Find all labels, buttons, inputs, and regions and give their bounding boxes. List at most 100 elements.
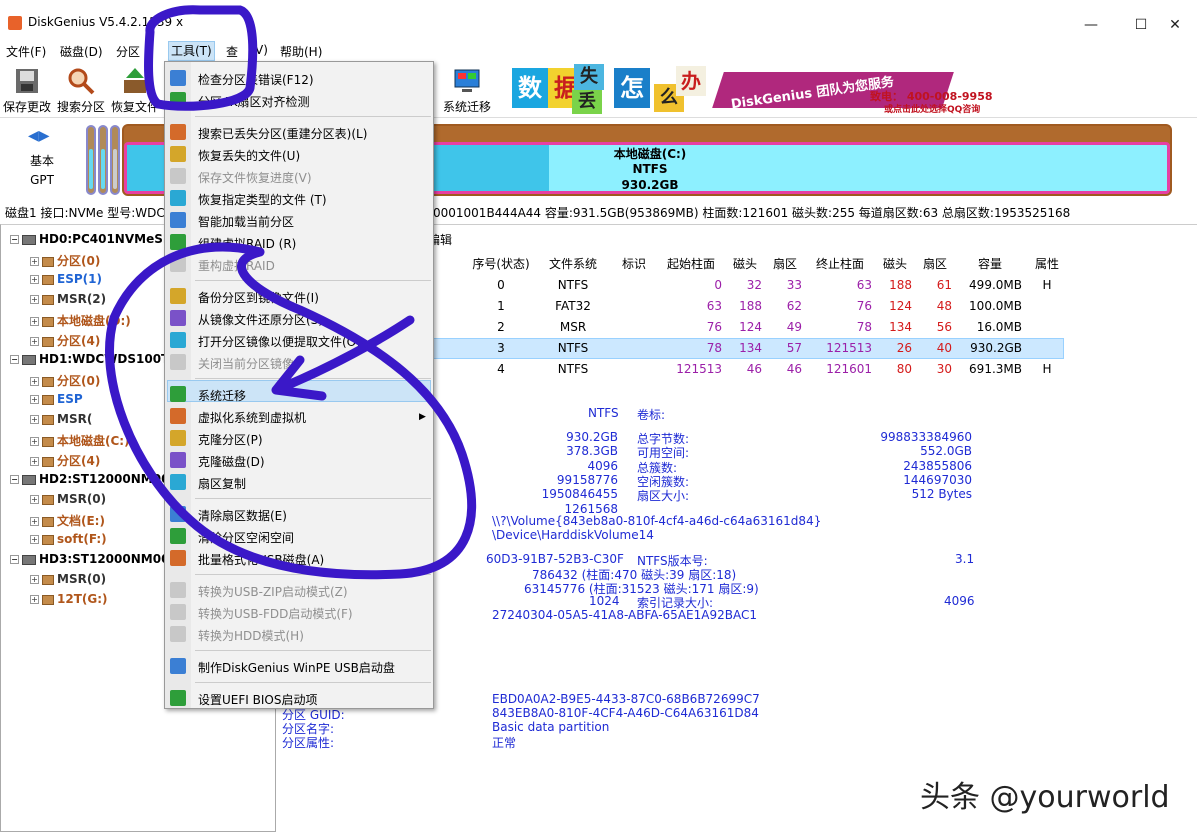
expand-icon[interactable]: + [30,495,39,504]
save-changes-button[interactable]: 保存更改 [0,66,54,115]
menu-disk[interactable]: 磁盘(D) [60,43,103,60]
tree-disk-node[interactable]: − HD0:PC401NVMeSK [10,232,172,246]
table-header[interactable]: 标识 [614,254,654,274]
tree-partition-node[interactable]: + 分区(4) [30,452,100,469]
tree-partition-node[interactable]: + 分区(0) [30,252,100,269]
menu-separator [195,116,431,117]
table-header[interactable]: 终止柱面 [808,254,872,274]
tree-partition-node[interactable]: + MSR(0) [30,572,106,586]
menu-item[interactable]: 关闭当前分区镜像 [198,355,294,372]
search-partition-button[interactable]: 搜索分区 [54,66,108,115]
tree-partition-node[interactable]: + soft(F:) [30,532,107,546]
menu-tools[interactable]: 工具(T) [168,41,215,61]
menu-item[interactable]: 组建虚拟RAID (R) [198,235,296,252]
tree-partition-node[interactable]: + ESP(1) [30,272,102,286]
banner-tile: 数 [512,68,548,108]
table-header[interactable]: 磁头 [878,254,912,274]
menu-item[interactable]: 备份分区到镜像文件(I) [198,289,319,306]
minimize-button[interactable]: — [1068,12,1114,38]
menu-item[interactable]: 扇区复制 [198,475,246,492]
detail-device-path: \Device\HarddiskVolume14 [492,528,654,542]
close-button[interactable]: ✕ [1152,12,1197,38]
menu-item[interactable]: 检查分区表错误(F12) [198,71,314,88]
expand-icon[interactable]: + [30,535,39,544]
recover-files-button[interactable]: 恢复文件 [108,66,162,115]
table-header[interactable]: 磁头 [728,254,762,274]
table-header[interactable]: 扇区 [768,254,802,274]
system-migration-toolbar-button[interactable]: 系统迁移 [440,66,494,115]
tree-partition-node[interactable]: + ESP [30,392,83,406]
tree-node-label: MSR(0) [57,572,107,586]
tree-disk-node[interactable]: − HD1:WDCWDS100T [10,352,169,366]
tree-partition-node[interactable]: + MSR(0) [30,492,106,506]
tree-partition-node[interactable]: + 本地磁盘(C:) [30,432,130,449]
menu-item[interactable]: 克隆分区(P) [198,431,263,448]
menu-item[interactable]: 转换为USB-FDD启动模式(F) [198,605,353,622]
collapse-icon[interactable]: − [10,475,19,484]
expand-icon[interactable]: + [30,377,39,386]
tree-partition-node[interactable]: +12T(G:) [30,592,108,606]
menu-item[interactable]: 恢复丢失的文件(U) [198,147,300,164]
tree-partition-node[interactable]: + 分区(0) [30,372,100,389]
tree-partition-node[interactable]: + MSR( [30,412,92,426]
expand-icon[interactable]: + [30,517,39,526]
nav-arrows-icon[interactable]: ◀▶ [28,128,50,144]
expand-icon[interactable]: + [30,415,39,424]
menu-item[interactable]: 清除扇区数据(E) [198,507,287,524]
menu-item-system-migration[interactable]: 系统迁移 [198,387,246,404]
table-header[interactable]: 文件系统 [540,254,606,274]
table-header[interactable]: 属性 [1030,254,1064,274]
menu-item[interactable]: 搜索已丢失分区(重建分区表)(L) [198,125,367,142]
mini-partition-bar[interactable] [86,125,96,195]
collapse-icon[interactable]: − [10,355,19,364]
menu-item[interactable]: 制作DiskGenius WinPE USB启动盘 [198,659,395,676]
expand-icon[interactable]: + [30,275,39,284]
expand-icon[interactable]: + [30,257,39,266]
banner-qq-link[interactable]: 或点击此处选择QQ咨询 [884,102,980,115]
mini-partition-bar[interactable] [98,125,108,195]
mini-partition-bar[interactable] [110,125,120,195]
table-header[interactable]: 扇区 [918,254,952,274]
menu-item[interactable]: 转换为HDD模式(H) [198,627,304,644]
tree-disk-node[interactable]: − HD3:ST12000NM00 [10,552,169,566]
expand-icon[interactable]: + [30,295,39,304]
menu-item[interactable]: 保存文件恢复进度(V) [198,169,312,186]
menu-help[interactable]: 帮助(H) [280,43,322,60]
menu-item[interactable]: 恢复指定类型的文件 (T) [198,191,327,208]
tree-partition-node[interactable]: + 本地磁盘(D:) [30,312,131,329]
table-header[interactable]: 序号(状态) [470,254,532,274]
menu-view[interactable]: 查 [226,43,238,60]
expand-icon[interactable]: + [30,457,39,466]
table-cell: 2 [497,320,505,334]
menu-item[interactable]: 分区4K扇区对齐检测 [198,93,310,110]
expand-icon[interactable]: + [30,437,39,446]
table-header[interactable]: 容量 [958,254,1022,274]
expand-icon[interactable]: + [30,395,39,404]
menu-partition[interactable]: 分区 [116,43,140,60]
menu-file[interactable]: 文件(F) [6,43,46,60]
menu-item[interactable]: 智能加载当前分区 [198,213,294,230]
expand-icon[interactable]: + [30,595,39,604]
menu-item[interactable]: 虚拟化系统到虚拟机 [198,409,306,426]
table-header[interactable]: 起始柱面 [660,254,722,274]
menu-item-icon [170,146,186,162]
menu-item[interactable]: 批量格式化USB磁盘(A) [198,551,324,568]
tree-partition-node[interactable]: + 分区(4) [30,332,100,349]
menu-item[interactable]: 打开分区镜像以便提取文件(O) [198,333,361,350]
menu-item[interactable]: 转换为USB-ZIP启动模式(Z) [198,583,348,600]
menu-item[interactable]: 设置UEFI BIOS启动项 [198,691,317,708]
collapse-icon[interactable]: − [10,555,19,564]
menu-item[interactable]: 从镜像文件还原分区(S) [198,311,323,328]
tree-node-label: ESP(1) [57,272,102,286]
tree-partition-node[interactable]: + MSR(2) [30,292,106,306]
tree-partition-node[interactable]: + 文档(E:) [30,512,105,529]
collapse-icon[interactable]: − [10,235,19,244]
tree-disk-node[interactable]: − HD2:ST12000NM00 [10,472,169,486]
expand-icon[interactable]: + [30,337,39,346]
menu-item[interactable]: 克隆磁盘(D) [198,453,265,470]
expand-icon[interactable]: + [30,317,39,326]
disk-type-label: 基本 GPT [30,154,55,187]
expand-icon[interactable]: + [30,575,39,584]
menu-item[interactable]: 清除分区空闲空间 [198,529,294,546]
menu-item[interactable]: 重构虚拟RAID [198,257,275,274]
